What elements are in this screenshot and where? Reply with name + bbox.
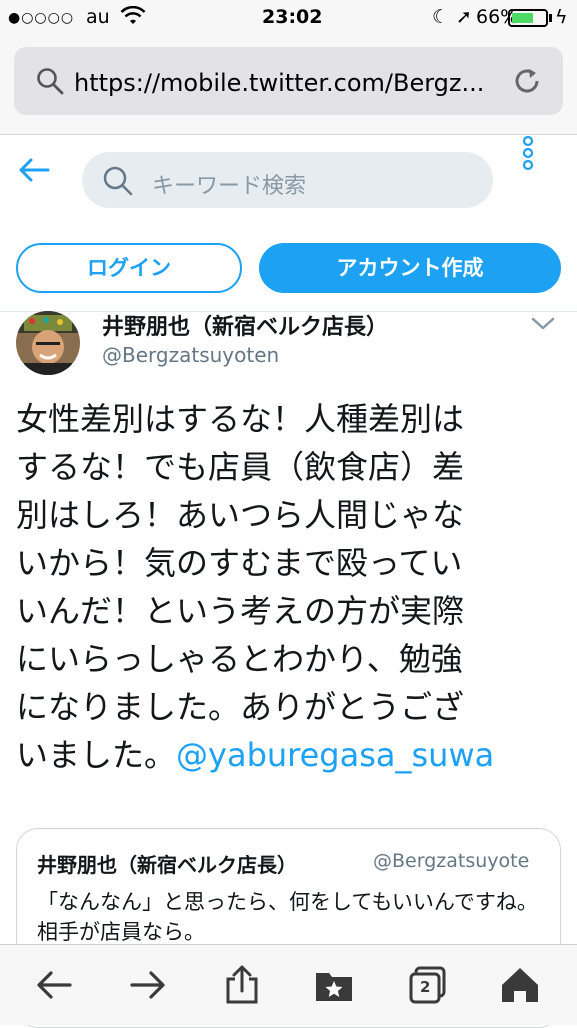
search-icon: [37, 68, 64, 95]
tweet-line: 別はしろ！あいつら人間じゃな: [16, 496, 465, 534]
avatar[interactable]: [16, 311, 80, 375]
clock-time: 23:02: [262, 6, 323, 28]
twitter-header: キーワード検索: [0, 135, 577, 235]
tweet-line: 女性差別はするな！人種差別は: [16, 400, 465, 438]
auth-buttons: ログイン アカウント作成: [0, 240, 577, 302]
charging-bolt-icon: ϟ: [555, 6, 568, 28]
tab-count: 2: [420, 978, 431, 996]
share-icon[interactable]: [222, 965, 262, 1005]
tweet-text: 女性差別はするな！人種差別は するな！でも店員（飲食店）差 別はしろ！あいつら人…: [16, 395, 561, 779]
browser-toolbar: 2: [0, 944, 577, 1025]
back-arrow-icon[interactable]: [16, 155, 52, 185]
mention-link[interactable]: @yaburegasa_suwa: [176, 736, 494, 774]
address-bar[interactable]: https://mobile.twitter.com/Bergz...: [14, 47, 563, 115]
home-icon[interactable]: [500, 965, 540, 1005]
tweet-header: 井野朋也（新宿ベルク店長） @Bergzatsuyoten: [0, 305, 577, 385]
browser-address-area: https://mobile.twitter.com/Bergz...: [0, 38, 577, 135]
reload-icon[interactable]: [511, 65, 543, 97]
quoted-author-handle: @Bergzatsuyote: [373, 850, 530, 872]
bookmarks-icon[interactable]: [314, 965, 354, 1005]
moon-icon: ☾: [432, 6, 450, 28]
quoted-author-name: 井野朋也（新宿ベルク店長）: [37, 853, 297, 877]
tweet-line: になりました。ありがとうござ: [16, 688, 465, 726]
status-bar: ●○○○○ au 23:02 ☾ ➚ 66% ϟ: [0, 0, 577, 38]
wifi-icon: [120, 5, 146, 31]
quoted-tweet-text: 「なんなん」と思ったら、何をしてもいいんですね。相手が店員なら。: [37, 890, 538, 944]
signal-strength: ●○○○○: [8, 10, 75, 26]
signup-button[interactable]: アカウント作成: [259, 243, 561, 293]
location-arrow-icon: ➚: [456, 6, 472, 28]
tweet-line: いから！気のすむまで殴ってい: [16, 544, 463, 582]
search-icon: [103, 166, 133, 196]
url-text[interactable]: https://mobile.twitter.com/Bergz...: [74, 69, 504, 97]
tweet-line-text: いました。: [16, 736, 177, 774]
battery-icon: [508, 9, 548, 27]
search-placeholder: キーワード検索: [152, 174, 307, 199]
tabs-button[interactable]: 2: [408, 965, 448, 1005]
battery-tip: [549, 14, 552, 22]
tweet-line: するな！でも店員（飲食店）差: [16, 448, 465, 486]
login-button[interactable]: ログイン: [16, 243, 242, 293]
more-options-icon[interactable]: [518, 135, 538, 175]
forward-icon[interactable]: [128, 965, 168, 1005]
author-name[interactable]: 井野朋也（新宿ベルク店長）: [102, 309, 388, 341]
tweet-line: にいらっしゃるとわかり、勉強: [16, 640, 463, 678]
chevron-down-icon[interactable]: [530, 315, 556, 333]
author-handle[interactable]: @Bergzatsuyoten: [102, 343, 279, 367]
tweet-last-line: いました。@yaburegasa_suwa: [16, 731, 561, 779]
tweet-line: いんだ！という考えの方が実際: [16, 592, 465, 630]
carrier-name: au: [86, 6, 110, 28]
back-icon[interactable]: [34, 965, 74, 1005]
search-input[interactable]: キーワード検索: [82, 152, 493, 208]
battery-fill: [512, 13, 533, 23]
